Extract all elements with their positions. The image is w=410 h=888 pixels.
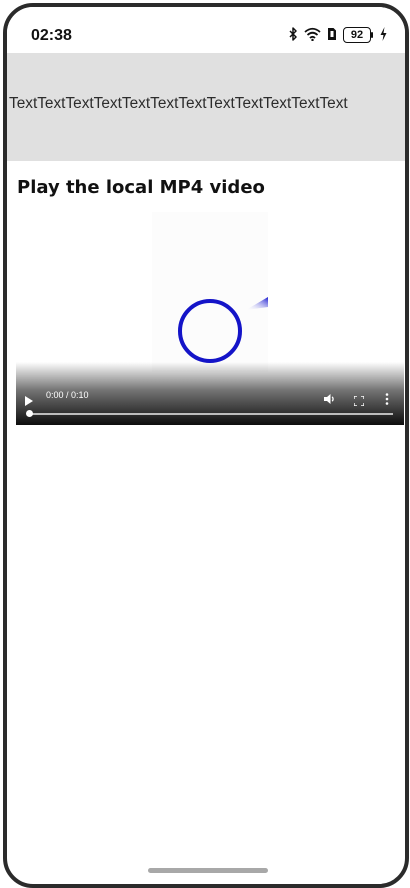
home-indicator[interactable] (148, 868, 268, 873)
play-icon[interactable] (24, 391, 34, 406)
volume-icon[interactable] (324, 390, 336, 404)
fullscreen-icon[interactable] (353, 391, 365, 407)
video-player[interactable]: 0:00 / 0:10 (16, 212, 404, 425)
video-frame (152, 212, 268, 372)
status-bar: 02:38 92 (7, 7, 405, 53)
battery-icon: 92 (343, 27, 374, 43)
video-circle-shape (178, 299, 242, 363)
video-controls: 0:00 / 0:10 (16, 362, 404, 425)
page-title: Play the local MP4 video (17, 177, 265, 198)
battery-level: 92 (343, 27, 371, 43)
phone-frame: 02:38 92 TextTextTextTextTextTextTextTex… (3, 3, 409, 888)
video-frame-art (178, 297, 268, 363)
video-progress-thumb[interactable] (25, 410, 33, 417)
status-time: 02:38 (31, 27, 72, 44)
charging-icon (380, 26, 387, 45)
status-icons: 92 (289, 26, 387, 45)
video-progress-track[interactable] (29, 413, 393, 415)
bluetooth-icon (289, 26, 298, 45)
video-time: 0:00 / 0:10 (46, 390, 89, 400)
sim-icon (327, 26, 337, 45)
video-streak-shape (246, 297, 268, 310)
more-vert-icon[interactable] (384, 390, 390, 405)
wifi-icon (304, 26, 321, 45)
text-banner: TextTextTextTextTextTextTextTextTextText… (7, 53, 405, 161)
banner-text: TextTextTextTextTextTextTextTextTextText… (9, 95, 348, 112)
